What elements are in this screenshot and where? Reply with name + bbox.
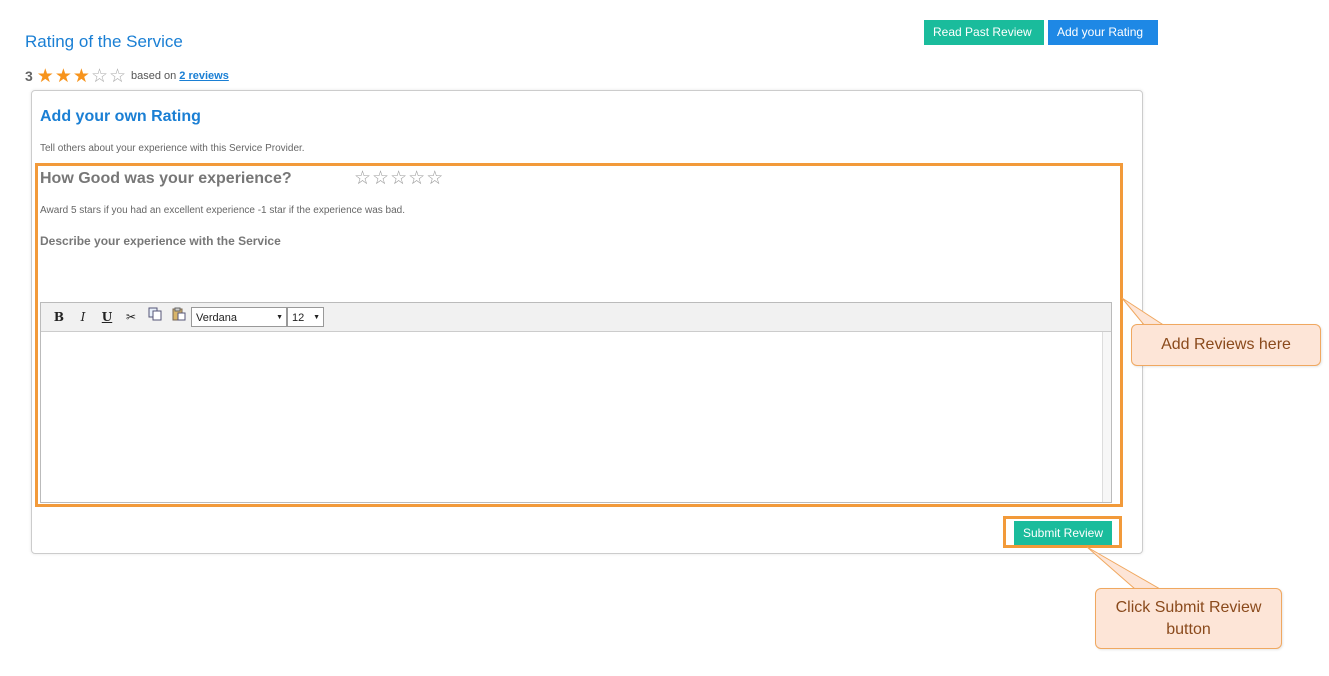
submit-callout: Click Submit Review button (1095, 588, 1282, 649)
callout-pointers (1086, 297, 1167, 590)
add-reviews-callout: Add Reviews here (1131, 324, 1321, 366)
